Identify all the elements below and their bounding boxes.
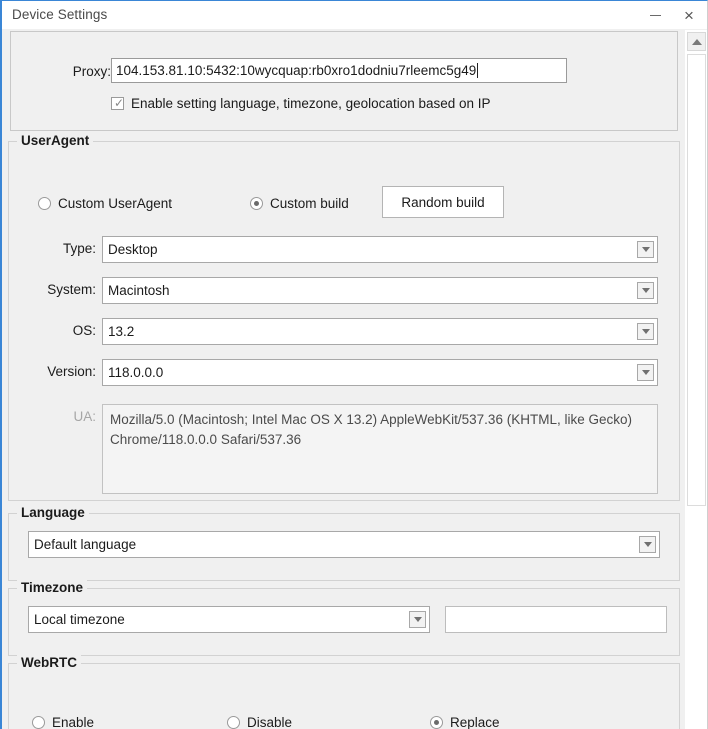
device-settings-window: Device Settings × Proxy: 104.153.81.10:5… [0, 0, 708, 729]
radio-webrtc-replace[interactable]: Replace [430, 715, 500, 729]
timezone-offset-input[interactable] [445, 606, 667, 633]
radio-custom-useragent[interactable]: Custom UserAgent [38, 196, 172, 211]
proxy-label: Proxy: [21, 64, 111, 79]
text-caret [477, 63, 478, 78]
language-group-title: Language [17, 505, 89, 520]
ua-textarea: Mozilla/5.0 (Macintosh; Intel Mac OS X 1… [102, 404, 658, 494]
scrollbar-track[interactable] [687, 507, 706, 729]
triangle-up-icon [692, 39, 702, 45]
timezone-combobox[interactable]: Local timezone [28, 606, 430, 633]
radio-webrtc-disable-indicator[interactable] [227, 716, 240, 729]
enable-ip-based-settings-row[interactable]: ✓ Enable setting language, timezone, geo… [111, 96, 491, 111]
chevron-down-icon[interactable] [637, 364, 654, 381]
chevron-down-icon[interactable] [637, 241, 654, 258]
proxy-panel: Proxy: 104.153.81.10:5432:10wycquap:rb0x… [10, 31, 678, 131]
dialog-client-area: Proxy: 104.153.81.10:5432:10wycquap:rb0x… [2, 29, 708, 729]
version-label: Version: [12, 364, 96, 379]
radio-webrtc-enable-label: Enable [52, 715, 94, 729]
os-combobox[interactable]: 13.2 [102, 318, 658, 345]
radio-webrtc-replace-indicator[interactable] [430, 716, 443, 729]
useragent-group-title: UserAgent [17, 133, 93, 148]
radio-webrtc-replace-label: Replace [450, 715, 500, 729]
os-combobox-value: 13.2 [103, 324, 637, 339]
type-label: Type: [12, 241, 96, 256]
proxy-input[interactable]: 104.153.81.10:5432:10wycquap:rb0xro1dodn… [111, 58, 567, 83]
system-combobox-value: Macintosh [103, 283, 637, 298]
ua-label: UA: [12, 409, 96, 424]
chevron-down-icon[interactable] [639, 536, 656, 553]
os-label: OS: [12, 323, 96, 338]
radio-custom-useragent-label: Custom UserAgent [58, 196, 172, 211]
webrtc-group: WebRTC [8, 663, 680, 729]
radio-webrtc-disable-label: Disable [247, 715, 292, 729]
window-title: Device Settings [12, 7, 107, 22]
checkmark-icon: ✓ [114, 96, 124, 110]
enable-ip-based-settings-checkbox[interactable]: ✓ [111, 97, 124, 110]
timezone-group-title: Timezone [17, 580, 87, 595]
scrollbar-up-button[interactable] [687, 32, 706, 51]
type-combobox[interactable]: Desktop [102, 236, 658, 263]
minimize-button[interactable] [638, 1, 672, 29]
language-combobox-value: Default language [29, 537, 639, 552]
webrtc-group-title: WebRTC [17, 655, 81, 670]
system-combobox[interactable]: Macintosh [102, 277, 658, 304]
radio-custom-build-label: Custom build [270, 196, 349, 211]
chevron-down-icon[interactable] [409, 611, 426, 628]
radio-custom-build[interactable]: Custom build [250, 196, 349, 211]
timezone-combobox-value: Local timezone [29, 612, 409, 627]
proxy-input-value: 104.153.81.10:5432:10wycquap:rb0xro1dodn… [116, 63, 476, 78]
scrollbar-thumb[interactable] [687, 54, 706, 506]
minimize-icon [650, 15, 661, 17]
version-combobox[interactable]: 118.0.0.0 [102, 359, 658, 386]
radio-webrtc-enable[interactable]: Enable [32, 715, 94, 729]
language-combobox[interactable]: Default language [28, 531, 660, 558]
radio-webrtc-disable[interactable]: Disable [227, 715, 292, 729]
chevron-down-icon[interactable] [637, 323, 654, 340]
radio-custom-useragent-indicator[interactable] [38, 197, 51, 210]
close-icon: × [684, 7, 694, 24]
radio-custom-build-indicator[interactable] [250, 197, 263, 210]
system-label: System: [12, 282, 96, 297]
close-button[interactable]: × [672, 1, 706, 29]
random-build-button[interactable]: Random build [382, 186, 504, 218]
enable-ip-based-settings-label: Enable setting language, timezone, geolo… [131, 96, 491, 111]
type-combobox-value: Desktop [103, 242, 637, 257]
vertical-scrollbar[interactable] [685, 30, 707, 729]
title-bar: Device Settings × [2, 1, 708, 29]
radio-webrtc-enable-indicator[interactable] [32, 716, 45, 729]
chevron-down-icon[interactable] [637, 282, 654, 299]
version-combobox-value: 118.0.0.0 [103, 365, 637, 380]
